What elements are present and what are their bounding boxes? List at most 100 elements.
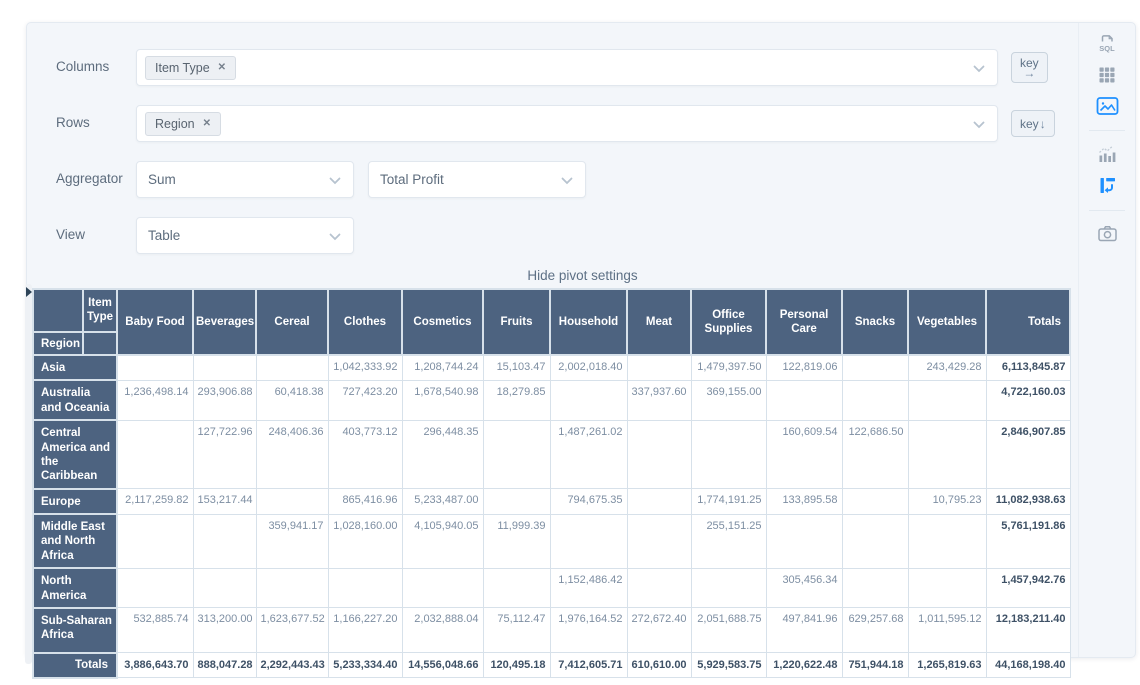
- col-total-cell: 7,412,605.71: [550, 653, 627, 678]
- remove-item-type-icon[interactable]: ✕: [218, 63, 226, 73]
- pivot-cell: 497,841.96: [766, 608, 842, 653]
- region-tag-label: Region: [155, 117, 195, 131]
- chevron-down-icon: [329, 233, 341, 241]
- pivot-cell: 1,208,744.24: [402, 355, 483, 380]
- pivot-cell: [842, 568, 908, 608]
- columns-select[interactable]: Item Type ✕: [136, 49, 998, 86]
- analytics-chart-icon[interactable]: [1096, 143, 1118, 165]
- header-row-col-values: Item TypeBaby FoodBeveragesCerealClothes…: [33, 289, 1070, 332]
- table-row: Middle East and North Africa359,941.171,…: [33, 514, 1070, 568]
- aggregator-select[interactable]: Sum: [136, 161, 354, 198]
- pivot-cell: 122,819.06: [766, 355, 842, 380]
- view-select[interactable]: Table: [136, 217, 354, 254]
- corner-cell: [33, 289, 83, 332]
- row-total-cell: 2,846,907.85: [986, 420, 1070, 489]
- pivot-cell: [402, 568, 483, 608]
- pivot-cell: 255,151.25: [691, 514, 766, 568]
- pivot-cell: 11,999.39: [483, 514, 550, 568]
- pivot-cell: [842, 514, 908, 568]
- axis-blank-cell: [83, 332, 117, 355]
- collapse-handle[interactable]: [25, 284, 32, 664]
- col-header-cell: Cereal: [256, 289, 328, 355]
- pivot-cell: [256, 568, 328, 608]
- row-total-cell: 11,082,938.63: [986, 489, 1070, 514]
- pivot-cell: [117, 568, 193, 608]
- pivot-cell: [117, 514, 193, 568]
- pivot-cell: 1,166,227.20: [328, 608, 402, 653]
- totals-row: Totals3,886,643.70888,047.282,292,443.43…: [33, 653, 1070, 678]
- pivot-cell: 15,103.47: [483, 355, 550, 380]
- col-total-cell: 5,929,583.75: [691, 653, 766, 678]
- region-tag[interactable]: Region ✕: [145, 112, 221, 136]
- chevron-down-icon: [561, 177, 573, 185]
- col-header-cell: Office Supplies: [691, 289, 766, 355]
- camera-icon[interactable]: [1096, 223, 1119, 244]
- rows-select[interactable]: Region ✕: [136, 105, 998, 142]
- aggregator-value-select[interactable]: Total Profit: [368, 161, 586, 198]
- chart-image-icon[interactable]: [1095, 95, 1120, 117]
- col-total-cell: 3,886,643.70: [117, 653, 193, 678]
- item-type-tag[interactable]: Item Type ✕: [145, 56, 236, 80]
- pivot-cell: 4,105,940.05: [402, 514, 483, 568]
- pivot-cell: 2,032,888.04: [402, 608, 483, 653]
- table-grid-icon[interactable]: [1096, 64, 1118, 86]
- hide-pivot-settings-link[interactable]: Hide pivot settings: [527, 268, 637, 283]
- aggregator-selected-value: Sum: [148, 172, 176, 187]
- row-axis-label: Region: [33, 332, 83, 355]
- totals-row-header: Totals: [33, 653, 117, 678]
- view-selected-value: Table: [148, 228, 180, 243]
- sidebar-divider: [1089, 130, 1125, 131]
- chevron-down-icon: [973, 121, 985, 129]
- col-header-cell: Household: [550, 289, 627, 355]
- pivot-table-area: Item TypeBaby FoodBeveragesCerealClothes…: [32, 288, 1071, 679]
- pivot-cell: [117, 355, 193, 380]
- columns-control-row: Columns Item Type ✕ key →: [56, 49, 1135, 86]
- pivot-icon[interactable]: [1096, 174, 1119, 197]
- right-arrow-icon: →: [1023, 67, 1035, 79]
- pivot-cell: 1,487,261.02: [550, 420, 627, 489]
- pivot-cell: 532,885.74: [117, 608, 193, 653]
- pivot-cell: 305,456.34: [766, 568, 842, 608]
- row-header-cell: North America: [33, 568, 117, 608]
- col-header-cell: Clothes: [328, 289, 402, 355]
- pivot-cell: 122,686.50: [842, 420, 908, 489]
- row-total-cell: 1,457,942.76: [986, 568, 1070, 608]
- remove-region-icon[interactable]: ✕: [203, 119, 211, 129]
- col-header-cell: Snacks: [842, 289, 908, 355]
- pivot-cell: [328, 568, 402, 608]
- grand-total-cell: 44,168,198.40: [986, 653, 1070, 678]
- pivot-cell: 2,051,688.75: [691, 608, 766, 653]
- pivot-cell: [483, 489, 550, 514]
- pivot-cell: 133,895.58: [766, 489, 842, 514]
- pivot-editor-card: Columns Item Type ✕ key → Rows Region: [26, 22, 1136, 658]
- sql-icon-label: SQL: [1099, 44, 1115, 53]
- aggregator-value-selected: Total Profit: [380, 172, 444, 187]
- pivot-cell: [256, 355, 328, 380]
- pivot-cell: [193, 568, 256, 608]
- pivot-cell: 1,011,595.12: [908, 608, 986, 653]
- sql-icon[interactable]: SQL: [1095, 31, 1119, 55]
- pivot-cell: 75,112.47: [483, 608, 550, 653]
- col-total-cell: 1,220,622.48: [766, 653, 842, 678]
- sidebar-divider: [1089, 210, 1125, 211]
- pivot-cell: 794,675.35: [550, 489, 627, 514]
- col-header-cell: Baby Food: [117, 289, 193, 355]
- pivot-cell: [550, 380, 627, 420]
- item-type-tag-label: Item Type: [155, 61, 210, 75]
- pivot-cell: [193, 355, 256, 380]
- table-row: Asia1,042,333.921,208,744.2415,103.472,0…: [33, 355, 1070, 380]
- pivot-cell: 243,429.28: [908, 355, 986, 380]
- pivot-cell: 153,217.44: [193, 489, 256, 514]
- col-header-cell: Fruits: [483, 289, 550, 355]
- pivot-cell: 2,117,259.82: [117, 489, 193, 514]
- row-order-button[interactable]: key ↓: [1011, 110, 1055, 137]
- col-order-button[interactable]: key →: [1011, 52, 1048, 83]
- pivot-cell: [842, 489, 908, 514]
- rows-label: Rows: [56, 105, 136, 130]
- pivot-cell: 60,418.38: [256, 380, 328, 420]
- col-header-cell: Vegetables: [908, 289, 986, 355]
- pivot-cell: 629,257.68: [842, 608, 908, 653]
- view-label: View: [56, 217, 136, 242]
- pivot-cell: [193, 514, 256, 568]
- pivot-cell: [842, 355, 908, 380]
